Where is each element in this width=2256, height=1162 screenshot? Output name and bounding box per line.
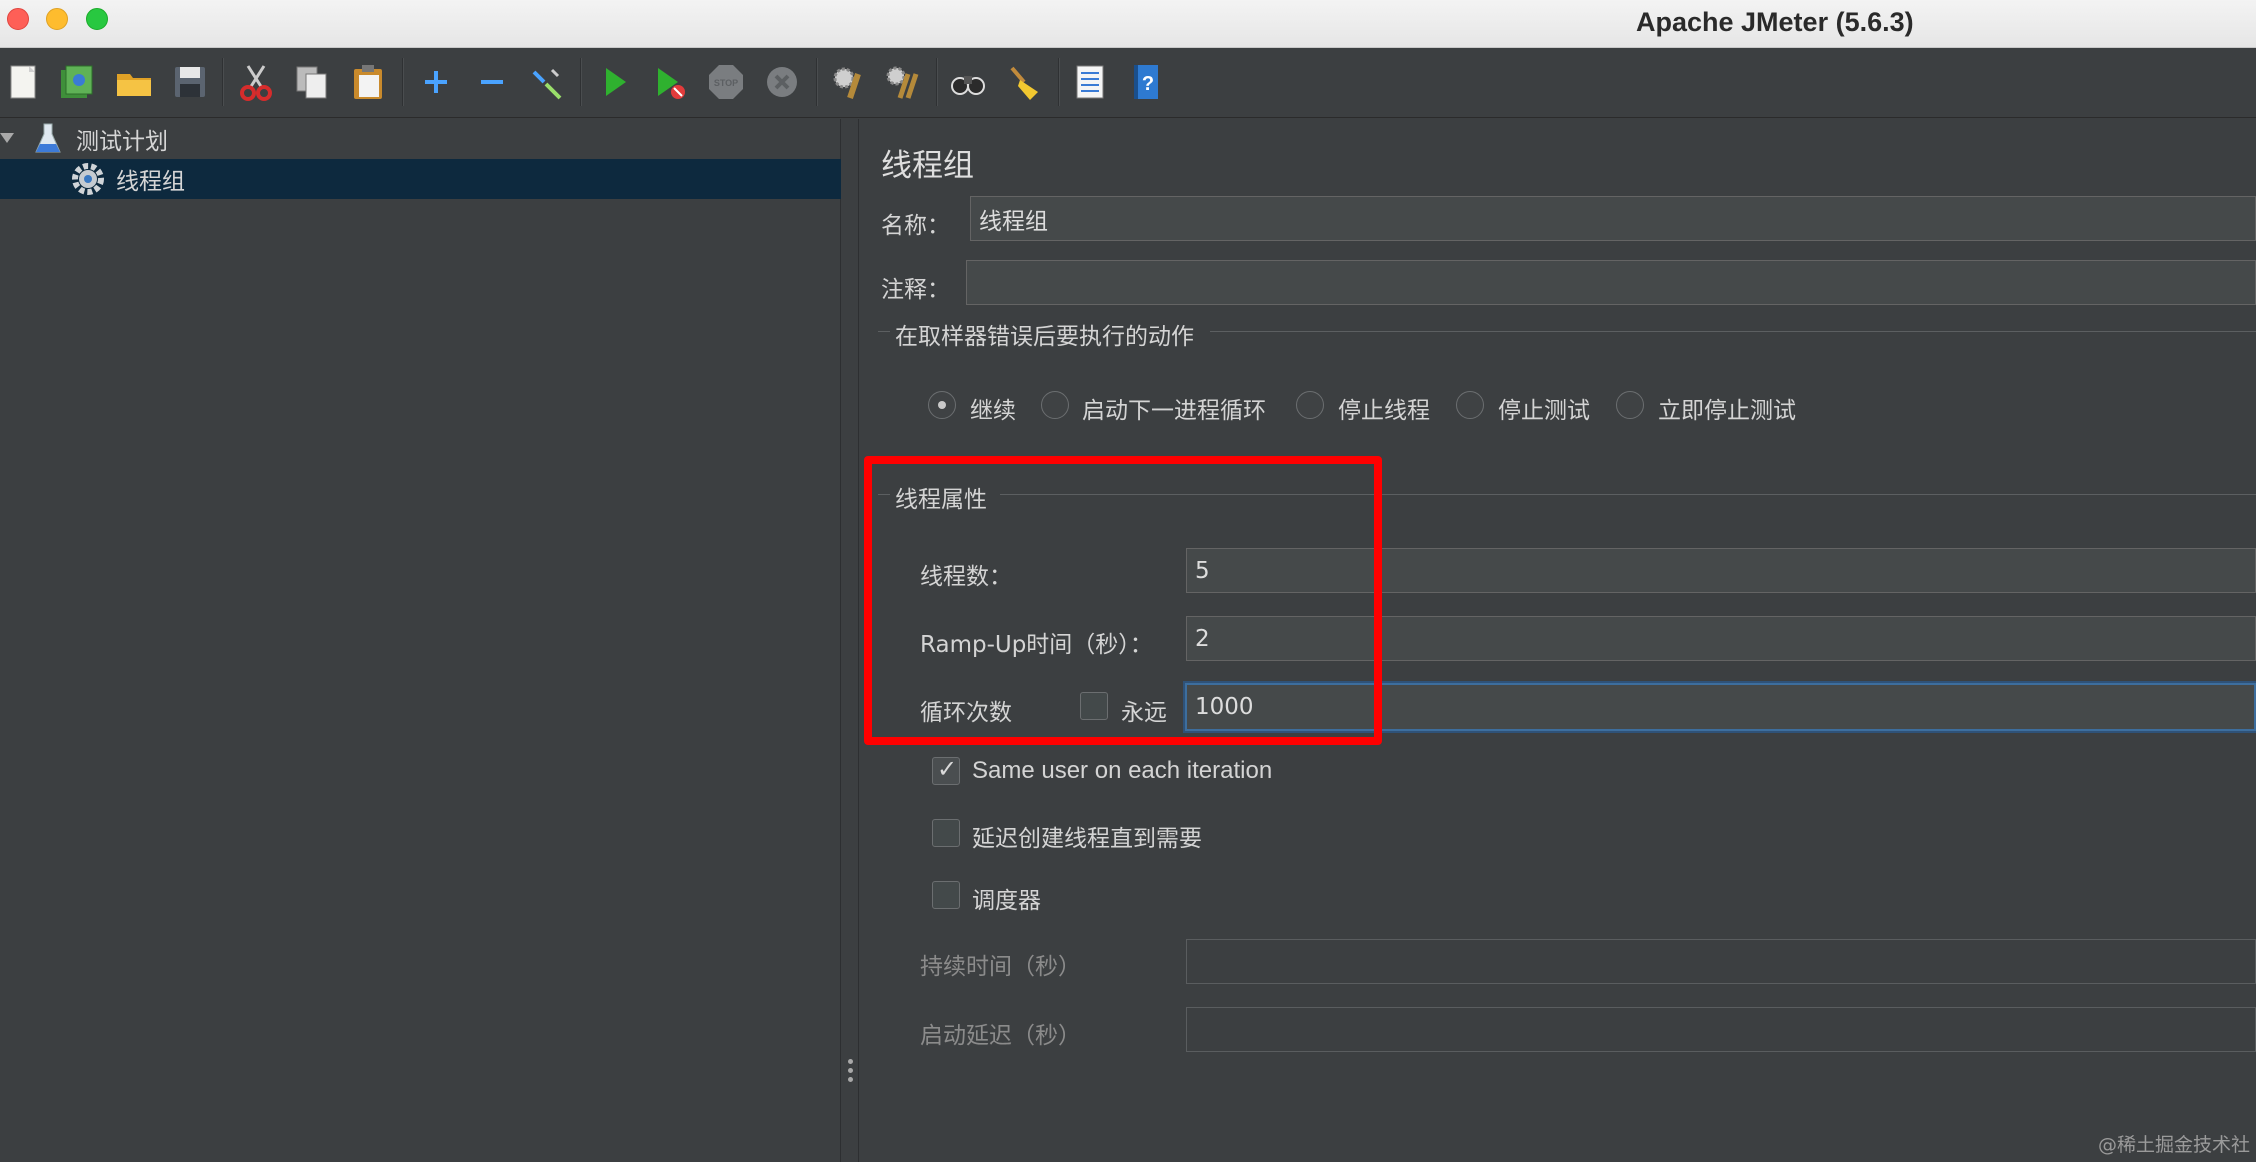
tree-node-label: 线程组 [116, 169, 185, 195]
comment-field[interactable] [966, 260, 2256, 305]
shutdown-icon[interactable] [760, 58, 804, 106]
list-icon[interactable] [1068, 58, 1112, 106]
flask-icon [34, 122, 62, 156]
radio-stop-test-label: 停止测试 [1498, 398, 1590, 424]
play-no-timers-icon[interactable] [648, 58, 692, 106]
help-book-icon[interactable]: ? [1124, 58, 1168, 106]
expand-triangle-icon[interactable] [0, 133, 14, 143]
error-action-legend: 在取样器错误后要执行的动作 [895, 324, 1194, 350]
svg-text:?: ? [1142, 73, 1154, 95]
watermark: @稀土掘金技术社区 [2098, 1134, 2251, 1162]
radio-stop-test-now[interactable] [1616, 391, 1644, 419]
duration-label: 持续时间（秒） [920, 954, 1081, 980]
zoom-window-button[interactable] [86, 8, 108, 30]
radio-continue[interactable] [928, 391, 956, 419]
scheduler-label: 调度器 [972, 888, 1041, 914]
templates-icon[interactable] [54, 58, 98, 106]
clear-broom-gear-icon[interactable] [826, 58, 870, 106]
radio-start-next-loop[interactable] [1041, 391, 1069, 419]
panel-title: 线程组 [881, 148, 974, 184]
binoculars-icon[interactable] [946, 58, 990, 106]
annotation-highlight-box [864, 456, 1382, 745]
tree-node-thread-group[interactable]: 线程组 [0, 159, 841, 199]
play-icon[interactable] [592, 58, 636, 106]
same-user-label: Same user on each iteration [972, 757, 1273, 784]
same-user-checkbox[interactable] [932, 755, 960, 785]
split-pane-divider[interactable] [842, 119, 859, 1162]
radio-start-next-loop-label: 启动下一进程循环 [1082, 398, 1266, 424]
gear-icon [70, 161, 106, 197]
stop-icon[interactable]: STOP [704, 58, 748, 106]
tree-node-test-plan[interactable]: 测试计划 [0, 119, 841, 159]
test-plan-tree: 测试计划 线程组 [0, 119, 841, 1162]
radio-stop-thread[interactable] [1296, 391, 1324, 419]
radio-stop-thread-label: 停止线程 [1338, 398, 1430, 424]
minimize-window-button[interactable] [46, 8, 68, 30]
svg-text:STOP: STOP [714, 78, 738, 88]
delay-thread-creation-label: 延迟创建线程直到需要 [972, 826, 1202, 852]
title-bar: Apache JMeter (5.6.3) [0, 0, 2256, 48]
radio-stop-test-now-label: 立即停止测试 [1658, 398, 1796, 424]
clear-all-icon[interactable] [880, 58, 924, 106]
tree-node-label: 测试计划 [76, 129, 168, 155]
broom-icon[interactable] [1002, 58, 1046, 106]
duration-field[interactable] [1186, 939, 2256, 984]
plus-icon[interactable] [414, 58, 458, 106]
paste-icon[interactable] [346, 58, 390, 106]
startup-delay-field[interactable] [1186, 1007, 2256, 1052]
toggle-wand-icon[interactable] [524, 58, 568, 106]
save-icon[interactable] [168, 58, 212, 106]
copy-icon[interactable] [290, 58, 334, 106]
close-window-button[interactable] [7, 8, 29, 30]
radio-stop-test[interactable] [1456, 391, 1484, 419]
toolbar: STOP ? [0, 48, 2256, 118]
window-title: Apache JMeter (5.6.3) [1636, 7, 1914, 37]
minus-icon[interactable] [470, 58, 514, 106]
scheduler-checkbox[interactable] [932, 881, 960, 909]
name-label: 名称： [881, 213, 950, 239]
open-folder-icon[interactable] [112, 58, 156, 106]
startup-delay-label: 启动延迟（秒） [920, 1023, 1081, 1049]
comment-label: 注释： [881, 277, 950, 303]
radio-continue-label: 继续 [970, 398, 1016, 424]
delay-thread-creation-checkbox[interactable] [932, 819, 960, 847]
scissors-icon[interactable] [234, 58, 278, 106]
name-field[interactable]: 线程组 [970, 196, 2256, 241]
new-document-icon[interactable] [2, 58, 46, 106]
